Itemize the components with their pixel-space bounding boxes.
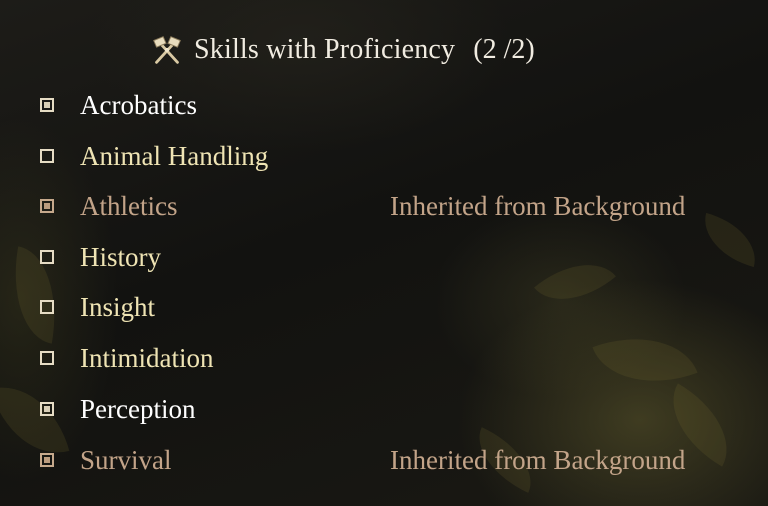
section-title: Skills with Proficiency bbox=[194, 34, 456, 65]
skill-label: Animal Handling bbox=[80, 141, 269, 171]
skill-label: Intimidation bbox=[80, 343, 214, 373]
skill-row-intimidation[interactable]: Intimidation bbox=[0, 335, 768, 381]
skill-row-perception[interactable]: Perception bbox=[0, 386, 768, 432]
skill-row-history[interactable]: History bbox=[0, 234, 768, 280]
skill-label: Perception bbox=[80, 394, 196, 424]
skill-label: Athletics bbox=[80, 191, 178, 221]
selection-counter: (2 /2) bbox=[473, 34, 535, 65]
skill-row-acrobatics[interactable]: Acrobatics bbox=[0, 82, 768, 128]
checkbox-empty-icon[interactable] bbox=[40, 351, 54, 365]
proficiency-header: Skills with Proficiency (2 /2) bbox=[148, 30, 535, 70]
skill-row-insight[interactable]: Insight bbox=[0, 284, 768, 330]
skill-row-survival: Survival Inherited from Background bbox=[0, 437, 768, 483]
skill-label: Survival bbox=[80, 445, 172, 475]
checkbox-empty-icon[interactable] bbox=[40, 250, 54, 264]
checkbox-empty-icon[interactable] bbox=[40, 300, 54, 314]
skill-note-inherited: Inherited from Background bbox=[390, 445, 686, 475]
crossed-hammers-icon bbox=[153, 36, 181, 64]
checkbox-checked-icon[interactable] bbox=[40, 98, 54, 112]
skill-row-athletics: Athletics Inherited from Background bbox=[0, 183, 768, 229]
checkbox-inherited-icon bbox=[40, 199, 54, 213]
skill-row-animal-handling[interactable]: Animal Handling bbox=[0, 133, 768, 179]
skill-label: History bbox=[80, 242, 161, 272]
checkbox-inherited-icon bbox=[40, 453, 54, 467]
skill-note-inherited: Inherited from Background bbox=[390, 191, 686, 221]
checkbox-checked-icon[interactable] bbox=[40, 402, 54, 416]
skill-label: Acrobatics bbox=[80, 90, 197, 120]
skill-label: Insight bbox=[80, 292, 156, 322]
checkbox-empty-icon[interactable] bbox=[40, 149, 54, 163]
